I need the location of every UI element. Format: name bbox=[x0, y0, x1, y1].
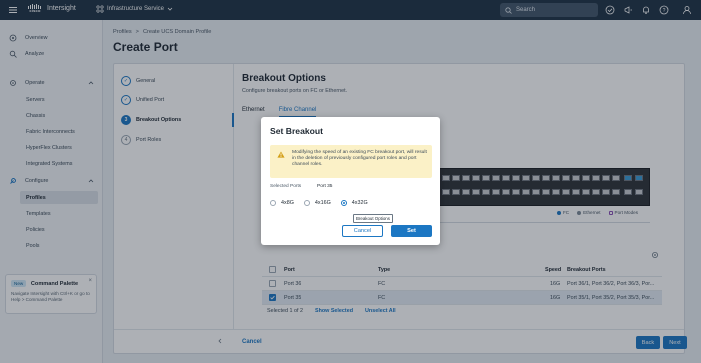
radio-4x32g[interactable]: 4x32G bbox=[340, 200, 368, 206]
radio-label: 4x8G bbox=[281, 200, 294, 206]
radio-4x16g[interactable]: 4x16G bbox=[303, 200, 331, 206]
radio-button[interactable] bbox=[270, 200, 276, 206]
radio-label: 4x16G bbox=[314, 200, 331, 206]
dialog-cancel-button[interactable]: Cancel bbox=[342, 225, 383, 237]
dialog-set-button[interactable]: Set bbox=[391, 225, 432, 237]
warning-banner: Modifying the speed of an existing FC br… bbox=[270, 145, 432, 178]
set-breakout-dialog: Set Breakout Modifying the speed of an e… bbox=[261, 117, 440, 245]
warning-icon bbox=[277, 151, 285, 158]
selected-ports-label: Selected Ports bbox=[270, 184, 302, 189]
dialog-title: Set Breakout bbox=[270, 126, 324, 136]
radio-4x8g[interactable]: 4x8G bbox=[270, 200, 294, 206]
breakout-options-radio-group: 4x8G 4x16G 4x32G bbox=[270, 200, 368, 206]
radio-button-selected[interactable] bbox=[340, 200, 347, 206]
warning-text: Modifying the speed of an existing FC br… bbox=[292, 150, 427, 168]
radio-label: 4x32G bbox=[351, 200, 368, 206]
tooltip: Breakout Options bbox=[353, 214, 393, 223]
selected-ports-value: Port 35 bbox=[317, 184, 333, 189]
radio-button[interactable] bbox=[303, 200, 310, 206]
